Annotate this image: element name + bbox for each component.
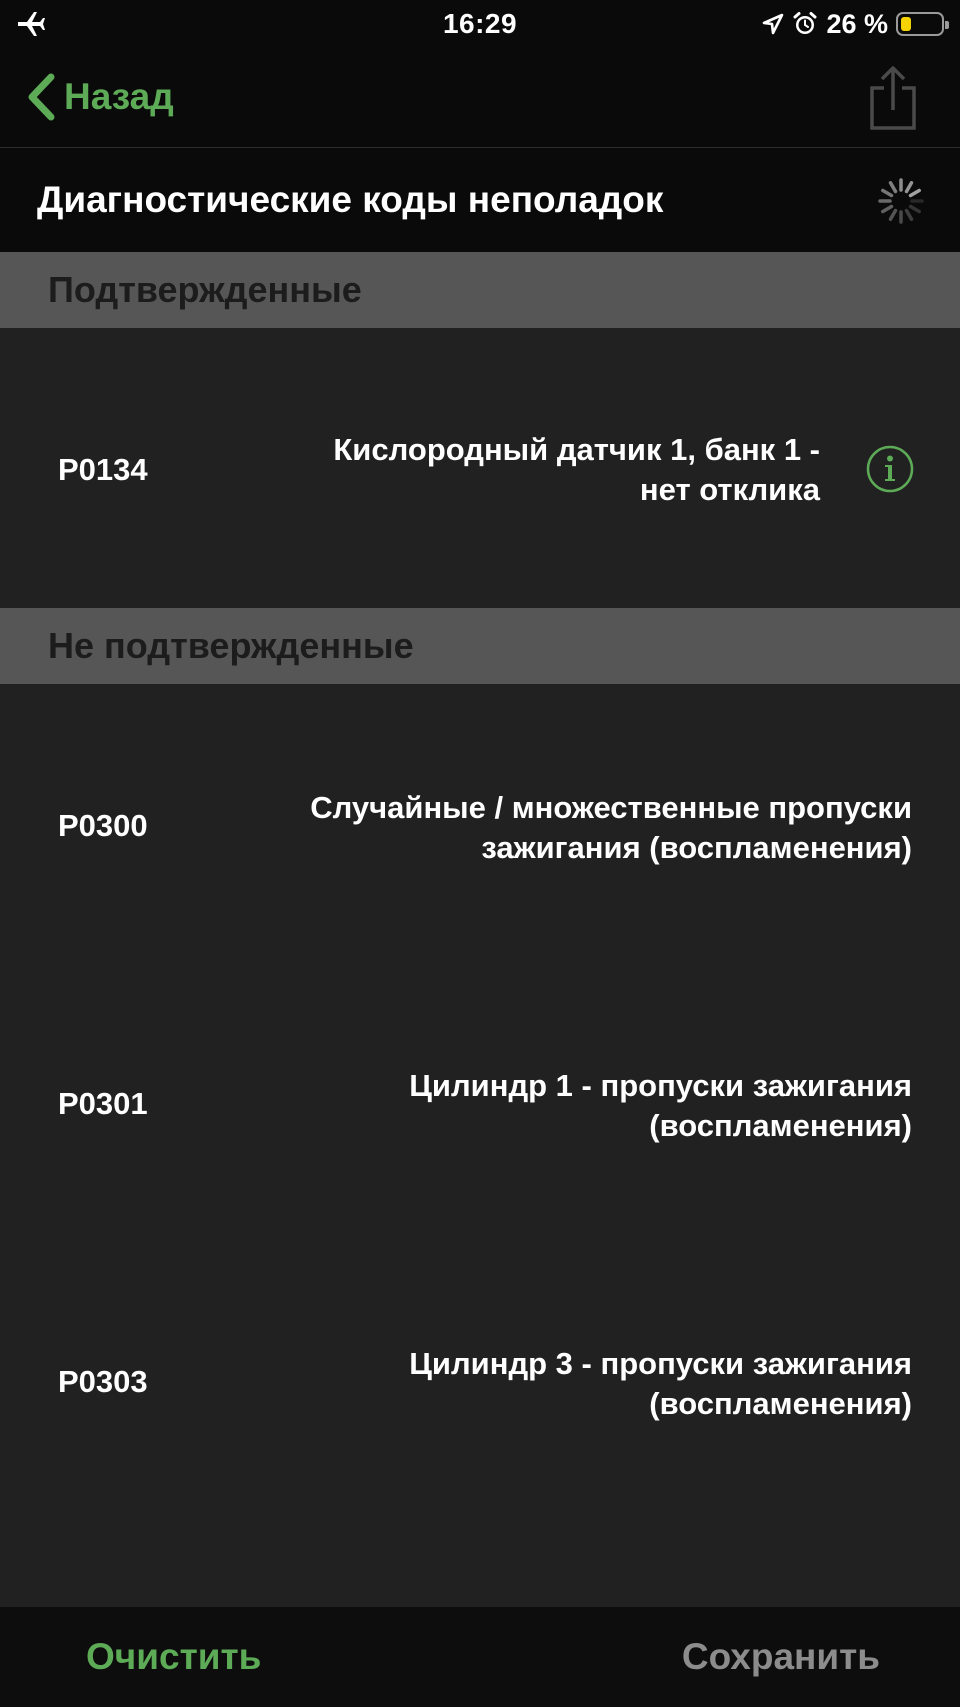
- dtc-code: P0300: [58, 808, 148, 843]
- spinner-spoke: [904, 181, 914, 194]
- spinner-spoke: [904, 208, 914, 221]
- battery-fill: [901, 17, 911, 31]
- activity-spinner-icon: [878, 178, 924, 224]
- dtc-description-line: зажигания (воспламенения): [481, 830, 912, 865]
- navigation-bar: Назад: [0, 48, 960, 148]
- bottom-toolbar: Очистить Сохранить: [0, 1607, 960, 1707]
- battery-icon: [896, 12, 949, 36]
- page-title: Диагностические коды неполадок: [37, 179, 664, 220]
- section-header-unconfirmed: Не подтвержденные: [0, 608, 960, 684]
- status-right-group: 26 %: [762, 8, 949, 40]
- screen: 16:29 26 % Назад Диагностические коды не…: [0, 0, 960, 1707]
- share-icon[interactable]: [868, 66, 918, 130]
- spinner-spoke: [888, 181, 898, 194]
- dtc-code: P0134: [58, 452, 148, 487]
- dtc-description-line: (воспламенения): [649, 1108, 912, 1143]
- alarm-clock-icon: [793, 12, 817, 34]
- dtc-description-line: Кислородный датчик 1, банк 1 -: [333, 432, 820, 467]
- dtc-code: P0301: [58, 1086, 148, 1121]
- location-arrow-icon: [763, 13, 784, 35]
- section-label-unconfirmed: Не подтвержденные: [48, 625, 414, 666]
- dtc-row-p0134[interactable]: P0134 Кислородный датчик 1, банк 1 - нет…: [0, 328, 960, 608]
- dtc-description-line: Случайные / множественные пропуски: [310, 790, 912, 825]
- spinner-spoke: [908, 204, 921, 214]
- dtc-description-line: нет отклика: [639, 472, 820, 507]
- dtc-description: Цилиндр 3 - пропуски зажигания (воспламе…: [409, 1344, 912, 1424]
- dtc-description-line: Цилиндр 3 - пропуски зажигания: [409, 1346, 912, 1381]
- dtc-description: Кислородный датчик 1, банк 1 - нет откли…: [333, 430, 820, 510]
- save-button[interactable]: Сохранить: [682, 1607, 880, 1707]
- info-icon[interactable]: [866, 445, 914, 493]
- dtc-row-p0301[interactable]: P0301 Цилиндр 1 - пропуски зажигания (во…: [0, 962, 960, 1240]
- back-button[interactable]: Назад: [26, 68, 174, 126]
- status-bar: 16:29 26 %: [0, 0, 960, 48]
- spinner-spoke: [888, 208, 898, 221]
- section-label-confirmed: Подтвержденные: [48, 269, 362, 310]
- dtc-row-p0300[interactable]: P0300 Случайные / множественные пропуски…: [0, 684, 960, 962]
- back-label: Назад: [64, 76, 174, 117]
- section-header-confirmed: Подтвержденные: [0, 252, 960, 328]
- dtc-row-p0303[interactable]: P0303 Цилиндр 3 - пропуски зажигания (во…: [0, 1240, 960, 1518]
- spinner-spoke: [908, 188, 921, 198]
- clear-button[interactable]: Очистить: [86, 1607, 261, 1707]
- battery-percentage: 26 %: [826, 8, 888, 39]
- dtc-description: Цилиндр 1 - пропуски зажигания (воспламе…: [409, 1066, 912, 1146]
- dtc-description-line: (воспламенения): [649, 1386, 912, 1421]
- battery-nub: [945, 21, 949, 29]
- spinner-spoke: [881, 188, 894, 198]
- spinner-spoke: [881, 204, 894, 214]
- dtc-description: Случайные / множественные пропуски зажиг…: [310, 788, 912, 868]
- title-bar: Диагностические коды неполадок: [0, 148, 960, 252]
- chevron-left-icon: [28, 73, 55, 121]
- dtc-description-line: Цилиндр 1 - пропуски зажигания: [409, 1068, 912, 1103]
- dtc-code: P0303: [58, 1364, 148, 1399]
